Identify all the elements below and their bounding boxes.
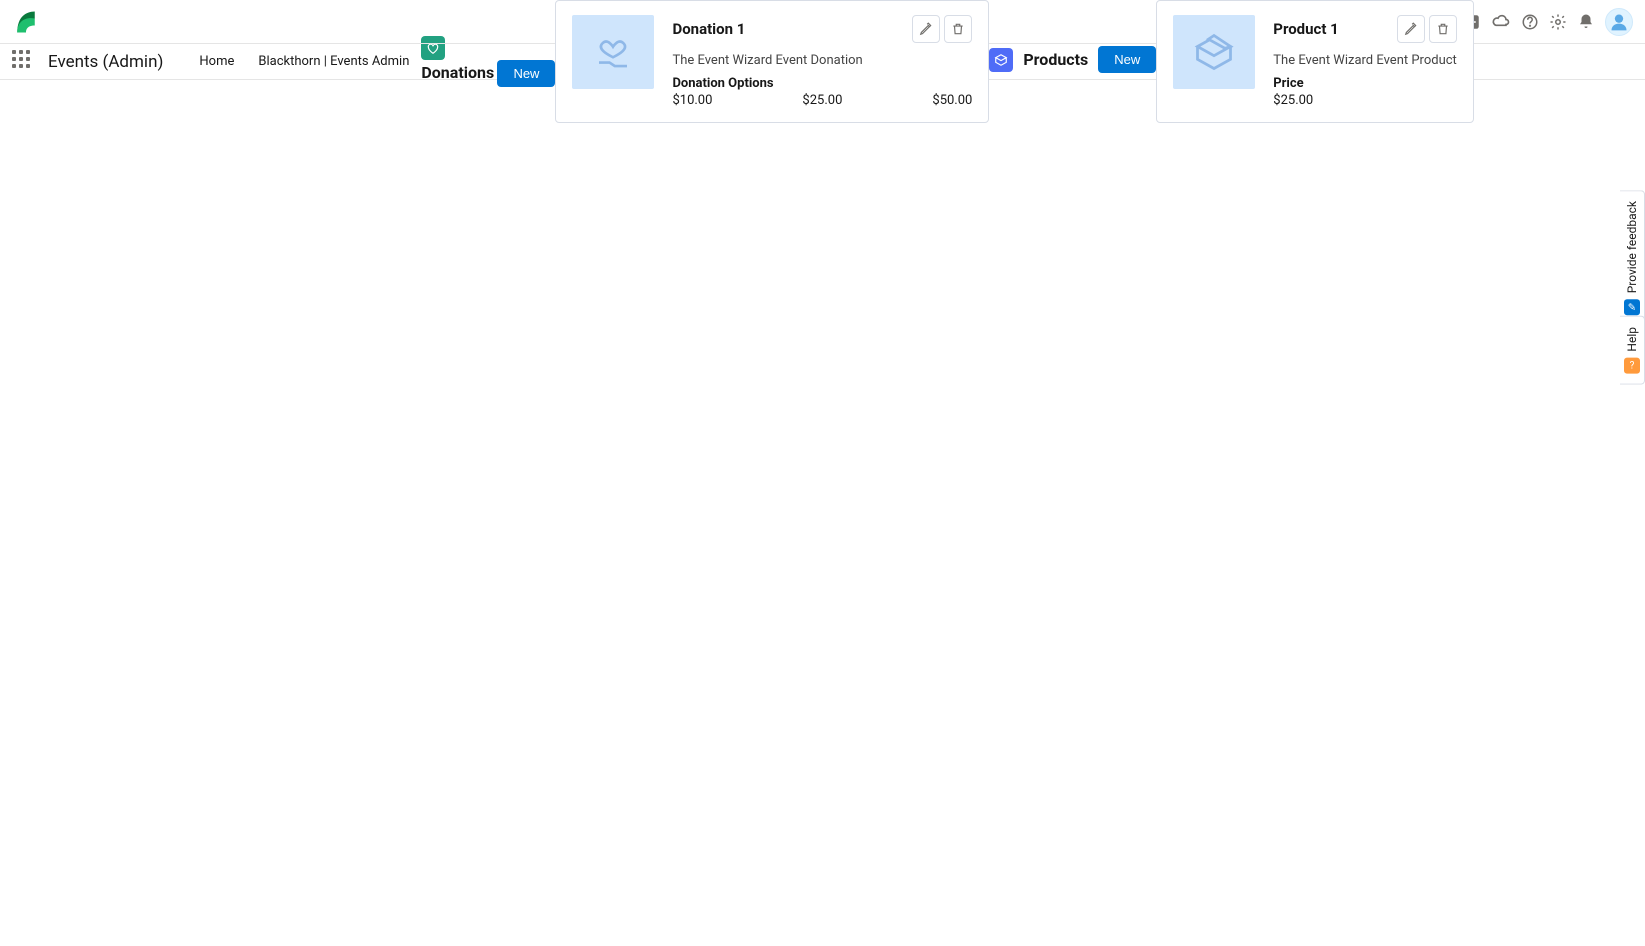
donation-item-card: Donation 1 The Event Wizard Event Donati… <box>555 0 989 123</box>
new-product-button[interactable]: New <box>1098 46 1156 73</box>
donation-option-1: $10.00 <box>672 93 712 108</box>
edit-product-button[interactable] <box>1397 15 1425 43</box>
delete-product-button[interactable] <box>1429 15 1457 43</box>
section-title: Products <box>1023 50 1088 69</box>
products-icon <box>989 48 1013 72</box>
app-navbar: Events (Admin) Home Blackthorn | Events … <box>0 44 1645 80</box>
help-tab[interactable]: ? Help <box>1620 316 1645 385</box>
help-icon[interactable] <box>1521 13 1539 31</box>
nav-blackthorn-admin[interactable]: Blackthorn | Events Admin <box>246 44 421 79</box>
section-title: Donations <box>421 63 494 82</box>
donation-options-label: Donation Options <box>672 76 972 91</box>
provide-feedback-tab[interactable]: ✎ Provide feedback <box>1620 190 1645 326</box>
edit-donation-button[interactable] <box>912 15 940 43</box>
nav-home[interactable]: Home <box>187 44 246 79</box>
help-tab-icon: ? <box>1624 358 1640 374</box>
nav-items: Home Blackthorn | Events Admin Donations… <box>187 44 1633 79</box>
donation-options-row: $10.00 $25.00 $50.00 <box>672 93 972 108</box>
brand-logo <box>12 8 40 36</box>
donation-thumb-icon <box>572 15 654 89</box>
feedback-icon: ✎ <box>1624 299 1640 315</box>
user-avatar[interactable] <box>1605 8 1633 36</box>
product-price-label: Price <box>1273 76 1457 91</box>
products-section-header: Products New <box>989 40 1156 83</box>
donation-option-2: $25.00 <box>802 93 842 108</box>
donation-option-3: $50.00 <box>932 93 972 108</box>
app-title: Events (Admin) <box>48 52 163 72</box>
donation-item-desc: The Event Wizard Event Donation <box>672 53 972 68</box>
donation-item-title: Donation 1 <box>672 20 912 38</box>
product-price-value: $25.00 <box>1273 93 1313 108</box>
delete-donation-button[interactable] <box>944 15 972 43</box>
product-item-card: Product 1 The Event Wizard Event Product… <box>1156 0 1474 123</box>
notifications-bell-icon[interactable] <box>1577 13 1595 31</box>
product-thumb-icon <box>1173 15 1255 89</box>
cloud-icon[interactable] <box>1491 12 1511 32</box>
app-launcher-icon[interactable] <box>12 50 36 74</box>
product-item-desc: The Event Wizard Event Product <box>1273 53 1457 68</box>
product-item-title: Product 1 <box>1273 20 1397 38</box>
setup-gear-icon[interactable] <box>1549 13 1567 31</box>
new-donation-button[interactable]: New <box>497 60 555 87</box>
